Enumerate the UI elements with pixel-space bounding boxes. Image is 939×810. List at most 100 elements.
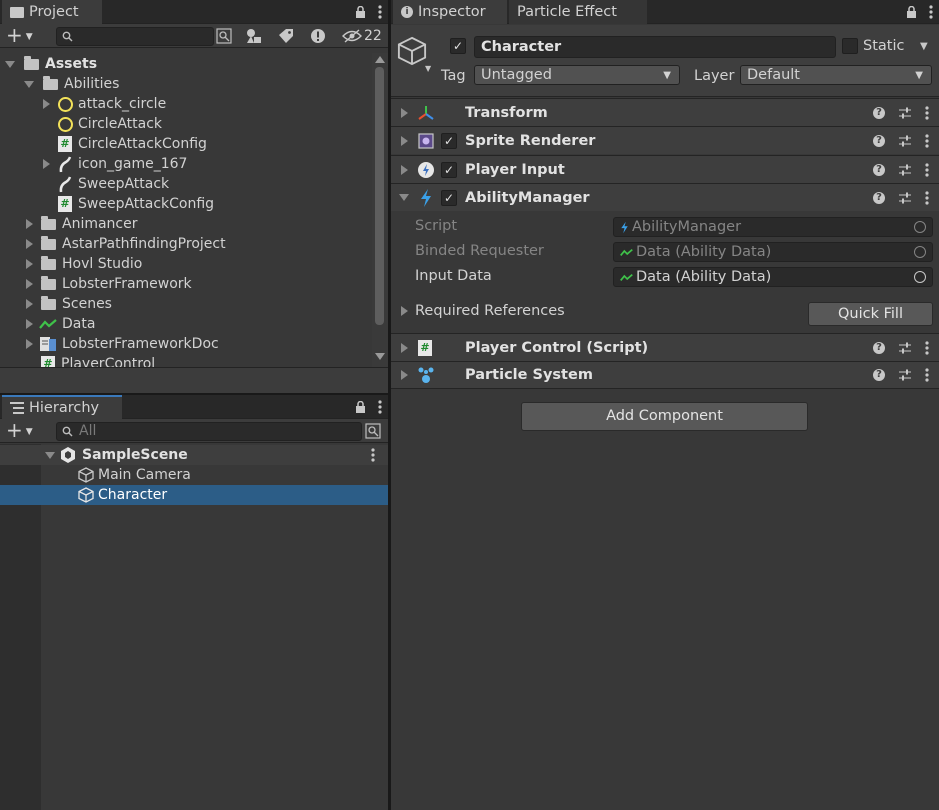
- component-transform[interactable]: Transform ?: [391, 98, 939, 126]
- filter-by-type-icon[interactable]: [246, 28, 262, 44]
- active-toggle[interactable]: ✓: [450, 38, 466, 54]
- tree-row-data[interactable]: Data: [0, 314, 372, 334]
- expand-arrow-icon[interactable]: [5, 60, 15, 68]
- expand-arrow-icon[interactable]: [26, 299, 33, 309]
- gameobject-cube-icon[interactable]: [397, 36, 427, 66]
- component-sprite-renderer[interactable]: ✓ Sprite Renderer ?: [391, 126, 939, 154]
- component-player-input[interactable]: ✓ Player Input ?: [391, 155, 939, 183]
- component-enabled-toggle[interactable]: ✓: [441, 189, 457, 206]
- label-tag-icon[interactable]: [278, 28, 294, 44]
- component-enabled-toggle[interactable]: ✓: [441, 161, 457, 178]
- help-icon[interactable]: ?: [873, 369, 885, 381]
- kebab-menu-icon[interactable]: [925, 340, 929, 355]
- tab-project[interactable]: Project: [2, 0, 102, 24]
- expand-arrow-icon[interactable]: [45, 451, 55, 459]
- preset-sliders-icon[interactable]: [899, 164, 911, 176]
- project-search-input[interactable]: [56, 27, 214, 46]
- tag-dropdown[interactable]: Untagged ▼: [474, 65, 680, 85]
- foldout-arrow-icon[interactable]: [399, 194, 409, 201]
- expand-arrow-icon[interactable]: [26, 259, 33, 269]
- lock-icon[interactable]: [355, 401, 366, 413]
- tree-row-playercontrol[interactable]: # PlayerControl: [0, 354, 372, 367]
- required-references-foldout[interactable]: Required References: [401, 301, 565, 321]
- kebab-menu-icon[interactable]: [925, 133, 929, 148]
- vertical-splitter[interactable]: [388, 0, 391, 810]
- tree-row-animancer[interactable]: Animancer: [0, 214, 372, 234]
- foldout-arrow-icon[interactable]: [401, 306, 408, 316]
- tree-row-attack-circle[interactable]: attack_circle: [0, 94, 372, 114]
- lock-icon[interactable]: [355, 6, 366, 18]
- kebab-menu-icon[interactable]: [925, 368, 929, 382]
- kebab-menu-icon[interactable]: [371, 448, 375, 462]
- component-particle-system[interactable]: Particle System ?: [391, 361, 939, 389]
- search-by-type-icon[interactable]: [216, 28, 232, 44]
- tree-row-circleattack[interactable]: CircleAttack: [0, 114, 372, 134]
- horizontal-splitter[interactable]: [0, 393, 388, 395]
- hierarchy-item-character[interactable]: Character: [0, 485, 388, 505]
- lock-icon[interactable]: [906, 6, 917, 18]
- tree-row-astar[interactable]: AstarPathfindingProject: [0, 234, 372, 254]
- expand-arrow-icon[interactable]: [43, 99, 50, 109]
- warning-icon[interactable]: [310, 28, 326, 44]
- preset-sliders-icon[interactable]: [899, 342, 911, 354]
- preset-sliders-icon[interactable]: [899, 369, 911, 381]
- tab-particle-effect[interactable]: Particle Effect: [509, 0, 647, 24]
- tree-row-hovl-studio[interactable]: Hovl Studio: [0, 254, 372, 274]
- kebab-menu-icon[interactable]: [925, 162, 929, 177]
- project-scrollbar[interactable]: [372, 53, 388, 367]
- hidden-packages-icon[interactable]: [342, 29, 362, 43]
- search-by-type-icon[interactable]: [365, 423, 381, 439]
- tree-row-scenes[interactable]: Scenes: [0, 294, 372, 314]
- layer-dropdown[interactable]: Default ▼: [740, 65, 932, 85]
- hierarchy-scene-row[interactable]: SampleScene: [0, 445, 388, 465]
- object-name-input[interactable]: Character: [474, 36, 836, 58]
- expand-arrow-icon[interactable]: [43, 159, 50, 169]
- help-icon[interactable]: ?: [873, 106, 885, 119]
- foldout-arrow-icon[interactable]: [401, 342, 408, 353]
- help-icon[interactable]: ?: [873, 163, 885, 176]
- foldout-arrow-icon[interactable]: [401, 370, 408, 380]
- static-dropdown-arrow-icon[interactable]: ▼: [920, 41, 928, 52]
- preset-sliders-icon[interactable]: [899, 192, 911, 204]
- component-enabled-toggle[interactable]: ✓: [441, 132, 457, 149]
- kebab-menu-icon[interactable]: [925, 105, 929, 120]
- tree-row-lobsterframeworkdoc[interactable]: LobsterFrameworkDoc: [0, 334, 372, 354]
- help-icon[interactable]: ?: [873, 134, 885, 147]
- kebab-menu-icon[interactable]: [929, 5, 933, 19]
- icon-dropdown-arrow-icon[interactable]: ▼: [425, 64, 431, 73]
- tree-row-lobsterframework[interactable]: LobsterFramework: [0, 274, 372, 294]
- expand-arrow-icon[interactable]: [26, 219, 33, 229]
- foldout-arrow-icon[interactable]: [401, 107, 408, 118]
- create-button[interactable]: + ▼: [6, 25, 42, 46]
- kebab-menu-icon[interactable]: [378, 5, 382, 19]
- component-player-control[interactable]: # Player Control (Script) ?: [391, 333, 939, 361]
- foldout-arrow-icon[interactable]: [401, 164, 408, 175]
- object-picker-icon[interactable]: [914, 271, 926, 283]
- expand-arrow-icon[interactable]: [26, 239, 33, 249]
- tree-row-sweepattackconfig[interactable]: # SweepAttackConfig: [0, 194, 372, 214]
- hierarchy-item-main-camera[interactable]: Main Camera: [0, 465, 388, 485]
- tree-row-abilities[interactable]: Abilities: [0, 74, 372, 94]
- expand-arrow-icon[interactable]: [26, 279, 33, 289]
- input-data-field[interactable]: Data (Ability Data): [613, 267, 933, 287]
- quick-fill-button[interactable]: Quick Fill: [808, 302, 933, 326]
- tree-row-sweepattack[interactable]: SweepAttack: [0, 174, 372, 194]
- tab-hierarchy[interactable]: Hierarchy: [2, 395, 122, 419]
- tree-row-circleattackconfig[interactable]: # CircleAttackConfig: [0, 134, 372, 154]
- tab-inspector[interactable]: i Inspector: [393, 0, 507, 24]
- static-toggle[interactable]: [842, 38, 858, 54]
- scroll-up-arrow-icon[interactable]: [375, 56, 385, 63]
- hierarchy-search-input[interactable]: All: [56, 422, 362, 441]
- expand-arrow-icon[interactable]: [24, 80, 34, 88]
- preset-sliders-icon[interactable]: [899, 135, 911, 147]
- expand-arrow-icon[interactable]: [26, 339, 33, 349]
- help-icon[interactable]: ?: [873, 341, 885, 354]
- component-ability-manager[interactable]: ✓ AbilityManager ?: [391, 183, 939, 211]
- add-component-button[interactable]: Add Component: [521, 402, 808, 431]
- expand-arrow-icon[interactable]: [26, 319, 33, 329]
- tree-row-assets[interactable]: Assets: [0, 54, 372, 74]
- create-button[interactable]: + ▼: [6, 420, 42, 441]
- scroll-down-arrow-icon[interactable]: [375, 353, 385, 360]
- tree-row-icon-game-167[interactable]: icon_game_167: [0, 154, 372, 174]
- help-icon[interactable]: ?: [873, 191, 885, 204]
